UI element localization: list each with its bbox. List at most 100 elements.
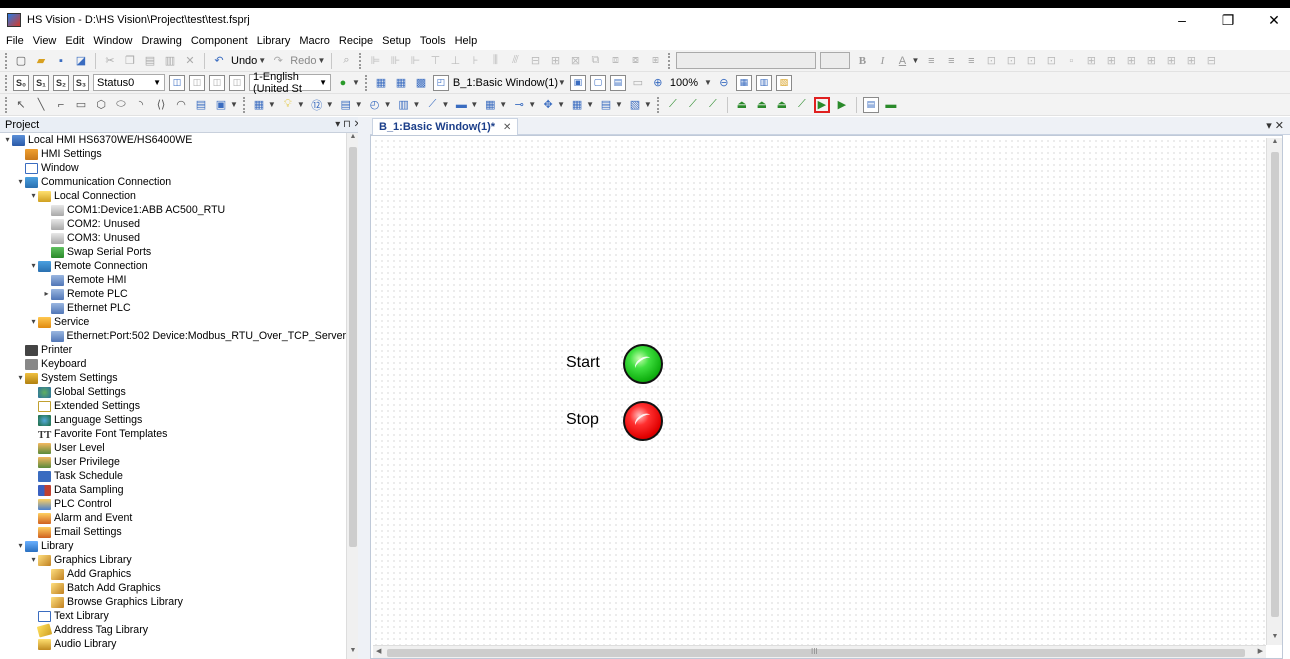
menu-component[interactable]: Component xyxy=(191,35,248,47)
lamp-component-dropdown-icon[interactable]: ▼ xyxy=(297,100,305,109)
meter-component-icon[interactable]: ▬ xyxy=(453,97,469,113)
tree-item-global-settings[interactable]: Global Settings xyxy=(0,385,346,399)
button-component-dropdown-icon[interactable]: ▼ xyxy=(268,100,276,109)
trend-component-icon[interactable]: ⟋ xyxy=(424,97,440,113)
zoom-out-icon[interactable]: ⊖ xyxy=(716,75,732,91)
expander-icon[interactable]: ▾ xyxy=(29,553,38,567)
distribute-v-icon[interactable]: ⫻ xyxy=(507,53,523,69)
same-width-icon[interactable]: ⊟ xyxy=(527,53,543,69)
language-combo[interactable]: 1-English (United St ▼ xyxy=(249,71,331,95)
clock-component-dropdown-icon[interactable]: ▼ xyxy=(384,100,392,109)
tree-item-com3[interactable]: COM3: Unused xyxy=(0,231,346,245)
table-tool-icon[interactable]: ▤ xyxy=(193,97,209,113)
meter-dropdown-icon[interactable]: ▼ xyxy=(470,100,478,109)
window-combo-dropdown-icon[interactable]: ▼ xyxy=(558,78,566,87)
delete-icon[interactable]: ✕ xyxy=(182,53,198,69)
same-height-icon[interactable]: ⊞ xyxy=(547,53,563,69)
tree-item-data-sampling[interactable]: Data Sampling xyxy=(0,483,346,497)
tree-item-ethernet-port-502[interactable]: Ethernet:Port:502 Device:Modbus_RTU_Over… xyxy=(0,329,346,343)
tree-item-ethernet-plc[interactable]: Ethernet PLC xyxy=(0,301,346,315)
rebuild-icon[interactable]: ⟋ xyxy=(705,97,721,113)
new-file-icon[interactable]: ▢ xyxy=(13,53,29,69)
tree-item-library[interactable]: ▾ Library xyxy=(0,539,346,553)
menu-macro[interactable]: Macro xyxy=(299,35,330,47)
download-all-icon[interactable]: ⏏ xyxy=(754,97,770,113)
window-preview-icon[interactable]: ▣ xyxy=(569,74,586,91)
toolbar-grip[interactable] xyxy=(364,74,368,91)
toolbar-grip[interactable] xyxy=(668,52,671,69)
zoom-dropdown-icon[interactable]: ▼ xyxy=(704,78,712,87)
tree-item-com2[interactable]: COM2: Unused xyxy=(0,217,346,231)
panel-splitter[interactable] xyxy=(358,117,370,659)
compile-icon[interactable]: ⟋ xyxy=(665,97,681,113)
align-center-icon[interactable]: ⊪ xyxy=(387,53,403,69)
menu-edit[interactable]: Edit xyxy=(65,35,84,47)
undo-icon[interactable]: ↶ xyxy=(211,53,227,69)
grid-icon[interactable]: ▦ xyxy=(735,74,752,91)
move-dropdown-icon[interactable]: ▼ xyxy=(557,100,565,109)
tree-item-address-tag-library[interactable]: Address Tag Library xyxy=(0,623,346,637)
text-tool-1-icon[interactable]: ⊡ xyxy=(983,53,999,69)
tree-item-email-settings[interactable]: Email Settings xyxy=(0,525,346,539)
window-nav-1-icon[interactable]: ▦ xyxy=(373,75,389,91)
find-icon[interactable]: ⌕ xyxy=(338,53,354,69)
bar-graph-component-icon[interactable]: ▥ xyxy=(396,97,412,113)
align-left-icon[interactable]: ⊫ xyxy=(367,53,383,69)
save-all-icon[interactable]: ◪ xyxy=(73,53,89,69)
undo-dropdown-icon[interactable]: ▼ xyxy=(258,56,266,65)
status-combo[interactable]: Status0 ▼ xyxy=(93,74,165,91)
window-layer-1-icon[interactable]: ◫ xyxy=(169,74,185,91)
text-component-icon[interactable]: ▤ xyxy=(338,97,354,113)
move-component-icon[interactable]: ✥ xyxy=(540,97,556,113)
expander-icon[interactable]: ▸ xyxy=(42,287,51,301)
numeric-component-icon[interactable]: ⑫ xyxy=(309,97,325,113)
tree-item-language-settings[interactable]: Language Settings xyxy=(0,413,346,427)
tree-item-communication-connection[interactable]: ▾ Communication Connection xyxy=(0,175,346,189)
menu-tools[interactable]: Tools xyxy=(420,35,446,47)
align-top-icon[interactable]: ⊤ xyxy=(427,53,443,69)
tree-item-favorite-font-templates[interactable]: TT Favorite Font Templates xyxy=(0,427,346,441)
menu-library[interactable]: Library xyxy=(257,35,291,47)
stop-label[interactable]: Stop xyxy=(566,411,599,429)
scroll-up-icon[interactable]: ▲ xyxy=(1267,138,1283,150)
text-align-center-icon[interactable]: ≡ xyxy=(943,53,959,69)
canvas-vertical-scrollbar[interactable]: ▲ ▼ xyxy=(1266,138,1282,645)
canvas-horizontal-scrollbar[interactable]: ◀ III ▶ xyxy=(373,645,1266,659)
line-tool-icon[interactable]: ╲ xyxy=(33,97,49,113)
scroll-right-icon[interactable]: ▶ xyxy=(1258,647,1263,655)
alarm-dropdown-icon[interactable]: ▼ xyxy=(586,100,594,109)
project-tree-scroll-thumb[interactable] xyxy=(349,147,357,547)
arc-tool-icon[interactable]: ◝ xyxy=(133,97,149,113)
recipe-component-icon[interactable]: ▤ xyxy=(598,97,614,113)
drawing-more-dropdown-icon[interactable]: ▼ xyxy=(230,100,238,109)
text-tool-8-icon[interactable]: ⊞ xyxy=(1123,53,1139,69)
tree-item-user-privilege[interactable]: User Privilege xyxy=(0,455,346,469)
expander-icon[interactable]: ▾ xyxy=(16,371,25,385)
paste-special-icon[interactable]: ▥ xyxy=(162,53,178,69)
menu-help[interactable]: Help xyxy=(455,35,478,47)
font-color-dropdown-icon[interactable]: ▼ xyxy=(911,56,919,65)
sector-tool-icon[interactable]: ◠ xyxy=(173,97,189,113)
group-icon[interactable]: ⧉ xyxy=(587,53,603,69)
tree-item-graphics-library[interactable]: ▾ Graphics Library xyxy=(0,553,346,567)
text-align-right-icon[interactable]: ≡ xyxy=(963,53,979,69)
italic-icon[interactable]: I xyxy=(874,53,890,69)
lamp-component-icon[interactable]: 💡︎ xyxy=(280,97,296,113)
toolbar-grip[interactable] xyxy=(5,96,8,113)
tree-item-swap-serial-ports[interactable]: Swap Serial Ports xyxy=(0,245,346,259)
tree-item-browse-graphics-library[interactable]: Browse Graphics Library xyxy=(0,595,346,609)
window-layer-4-icon[interactable]: ◫ xyxy=(229,74,245,91)
online-simulation-button[interactable]: ▶ xyxy=(834,97,850,113)
font-color-icon[interactable]: A xyxy=(894,53,910,69)
misc-component-icon[interactable]: ▧ xyxy=(627,97,643,113)
zoom-level[interactable]: 100% xyxy=(670,77,698,89)
restore-button[interactable]: ❐ xyxy=(1220,12,1236,29)
window-nav-3-icon[interactable]: ▩ xyxy=(413,75,429,91)
menu-drawing[interactable]: Drawing xyxy=(141,35,181,47)
toolbar-grip[interactable] xyxy=(5,52,8,69)
toolbar-grip[interactable] xyxy=(242,96,246,113)
start-lamp[interactable] xyxy=(623,344,663,384)
compile-all-icon[interactable]: ⟋ xyxy=(685,97,701,113)
polygon-tool-icon[interactable]: ⬡ xyxy=(93,97,109,113)
tree-item-alarm-and-event[interactable]: Alarm and Event xyxy=(0,511,346,525)
